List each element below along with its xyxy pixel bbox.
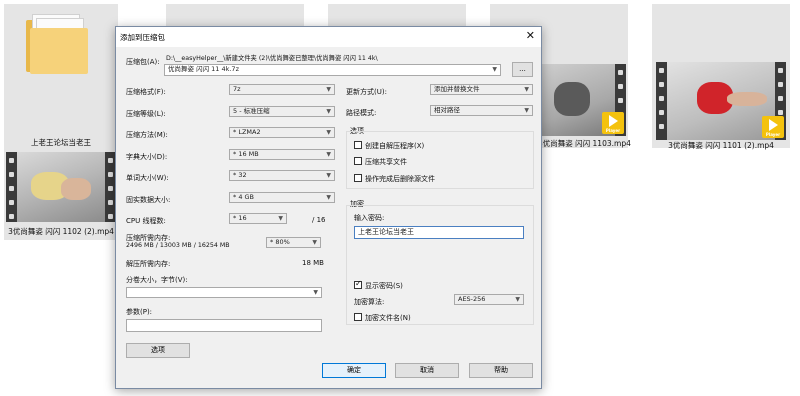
- video-thumbnail: Player: [538, 64, 626, 136]
- file-caption: 3优尚舞姿 闪闪 1101 (2).mp4: [668, 141, 774, 150]
- split-select[interactable]: ▼: [126, 287, 322, 298]
- encrypt-names-checkbox[interactable]: [354, 313, 362, 321]
- password-input[interactable]: 上老王论坛当老王: [354, 226, 524, 239]
- file-tile-bg[interactable]: [166, 4, 304, 26]
- pathmode-select[interactable]: 相对路径 ▼: [430, 105, 533, 116]
- file-caption: 上老王论坛当老王: [31, 138, 91, 147]
- sfx-checkbox[interactable]: [354, 141, 362, 149]
- params-label: 参数(P):: [126, 308, 153, 316]
- dialog-titlebar: 添加到压缩包 ✕: [116, 27, 541, 47]
- cpu-label: CPU 线程数:: [126, 217, 166, 225]
- ok-button[interactable]: 确定: [322, 363, 386, 378]
- dict-label: 字典大小(D):: [126, 153, 168, 161]
- file-tile-folder[interactable]: 上老王论坛当老王: [4, 4, 118, 148]
- add-to-archive-dialog: 添加到压缩包 ✕ 压缩包(A): D:\__easyHelper__\新建文件夹…: [115, 26, 542, 389]
- level-label: 压缩等级(L):: [126, 110, 166, 118]
- word-label: 单词大小(W):: [126, 174, 169, 182]
- solid-label: 固实数据大小:: [126, 196, 171, 204]
- mem-decomp-label: 解压所需内存:: [126, 260, 171, 268]
- archive-name-field[interactable]: 优尚舞姿 闪闪 11 4k.7z ▼: [164, 64, 501, 76]
- sfx-label: 创建自解压程序(X): [365, 142, 425, 150]
- player-badge-icon: Player: [602, 112, 624, 134]
- file-tile-bg[interactable]: [328, 4, 466, 26]
- dialog-title: 添加到压缩包: [120, 33, 165, 42]
- shared-label: 压缩共享文件: [365, 158, 407, 166]
- word-select[interactable]: * 32 ▼: [229, 170, 335, 181]
- chevron-down-icon: ▼: [326, 108, 331, 115]
- help-button[interactable]: 帮助: [469, 363, 533, 378]
- solid-select[interactable]: * 4 GB ▼: [229, 192, 335, 203]
- update-label: 更新方式(U):: [346, 88, 387, 96]
- chevron-down-icon: ▼: [312, 239, 317, 246]
- method-select[interactable]: * LZMA2 ▼: [229, 127, 335, 138]
- cpu-select[interactable]: * 16 ▼: [229, 213, 287, 224]
- close-icon[interactable]: ✕: [526, 29, 535, 42]
- archive-label: 压缩包(A):: [126, 58, 160, 66]
- cancel-button[interactable]: 取消: [395, 363, 459, 378]
- enc-method-label: 加密算法:: [354, 298, 385, 306]
- params-input[interactable]: [126, 319, 322, 332]
- format-select[interactable]: 7z ▼: [229, 84, 335, 95]
- file-caption: 3优尚舞姿 闪闪 1102 (2).mp4: [8, 227, 114, 236]
- delete-checkbox[interactable]: [354, 174, 362, 182]
- password-label: 输入密码:: [354, 214, 385, 222]
- mem-comp-select[interactable]: * 80% ▼: [266, 237, 321, 248]
- delete-label: 操作完成后删除源文件: [365, 175, 435, 183]
- mem-decomp-value: 18 MB: [302, 259, 324, 267]
- show-password-label: 显示密码(S): [365, 282, 403, 290]
- update-select[interactable]: 添加并替换文件 ▼: [430, 84, 533, 95]
- format-label: 压缩格式(F):: [126, 88, 166, 96]
- file-caption: 3优尚舞姿 闪闪 1103.mp4: [538, 139, 631, 148]
- chevron-down-icon: ▼: [326, 194, 331, 201]
- encrypt-names-label: 加密文件名(N): [365, 314, 411, 322]
- chevron-down-icon: ▼: [492, 66, 497, 73]
- chevron-down-icon: ▼: [326, 86, 331, 93]
- chevron-down-icon: ▼: [524, 107, 529, 114]
- archive-path: D:\__easyHelper__\新建文件夹 (2)\优尚舞姿已整理\优尚舞姿…: [166, 55, 378, 62]
- chevron-down-icon: ▼: [326, 129, 331, 136]
- split-label: 分卷大小，字节(V):: [126, 276, 188, 284]
- mem-comp-detail: 2496 MB / 13003 MB / 16254 MB: [126, 242, 230, 249]
- dict-select[interactable]: * 16 MB ▼: [229, 149, 335, 160]
- shared-checkbox[interactable]: [354, 157, 362, 165]
- chevron-down-icon: ▼: [313, 289, 318, 296]
- enc-method-select[interactable]: AES-256 ▼: [454, 294, 524, 305]
- encrypt-group: [346, 205, 534, 325]
- level-select[interactable]: 5 - 标准压缩 ▼: [229, 106, 335, 117]
- chevron-down-icon: ▼: [515, 296, 520, 303]
- player-badge-icon: Player: [762, 116, 784, 138]
- chevron-down-icon: ▼: [326, 172, 331, 179]
- check-icon: ✓: [355, 279, 362, 288]
- chevron-down-icon: ▼: [278, 215, 283, 222]
- chevron-down-icon: ▼: [524, 86, 529, 93]
- browse-button[interactable]: ...: [512, 62, 533, 77]
- options-button[interactable]: 选项: [126, 343, 190, 358]
- show-password-checkbox[interactable]: ✓: [354, 279, 362, 289]
- folder-icon: [26, 14, 96, 74]
- cpu-total: / 16: [312, 216, 326, 224]
- file-tile-video[interactable]: Player 3优尚舞姿 闪闪 1101 (2).mp4: [652, 4, 790, 150]
- video-thumbnail: [6, 152, 116, 222]
- chevron-down-icon: ▼: [326, 151, 331, 158]
- method-label: 压缩方法(M):: [126, 131, 168, 139]
- file-tile-video[interactable]: 3优尚舞姿 闪闪 1102 (2).mp4: [4, 148, 118, 240]
- video-thumbnail: Player: [656, 62, 786, 140]
- pathmode-label: 路径模式:: [346, 109, 377, 117]
